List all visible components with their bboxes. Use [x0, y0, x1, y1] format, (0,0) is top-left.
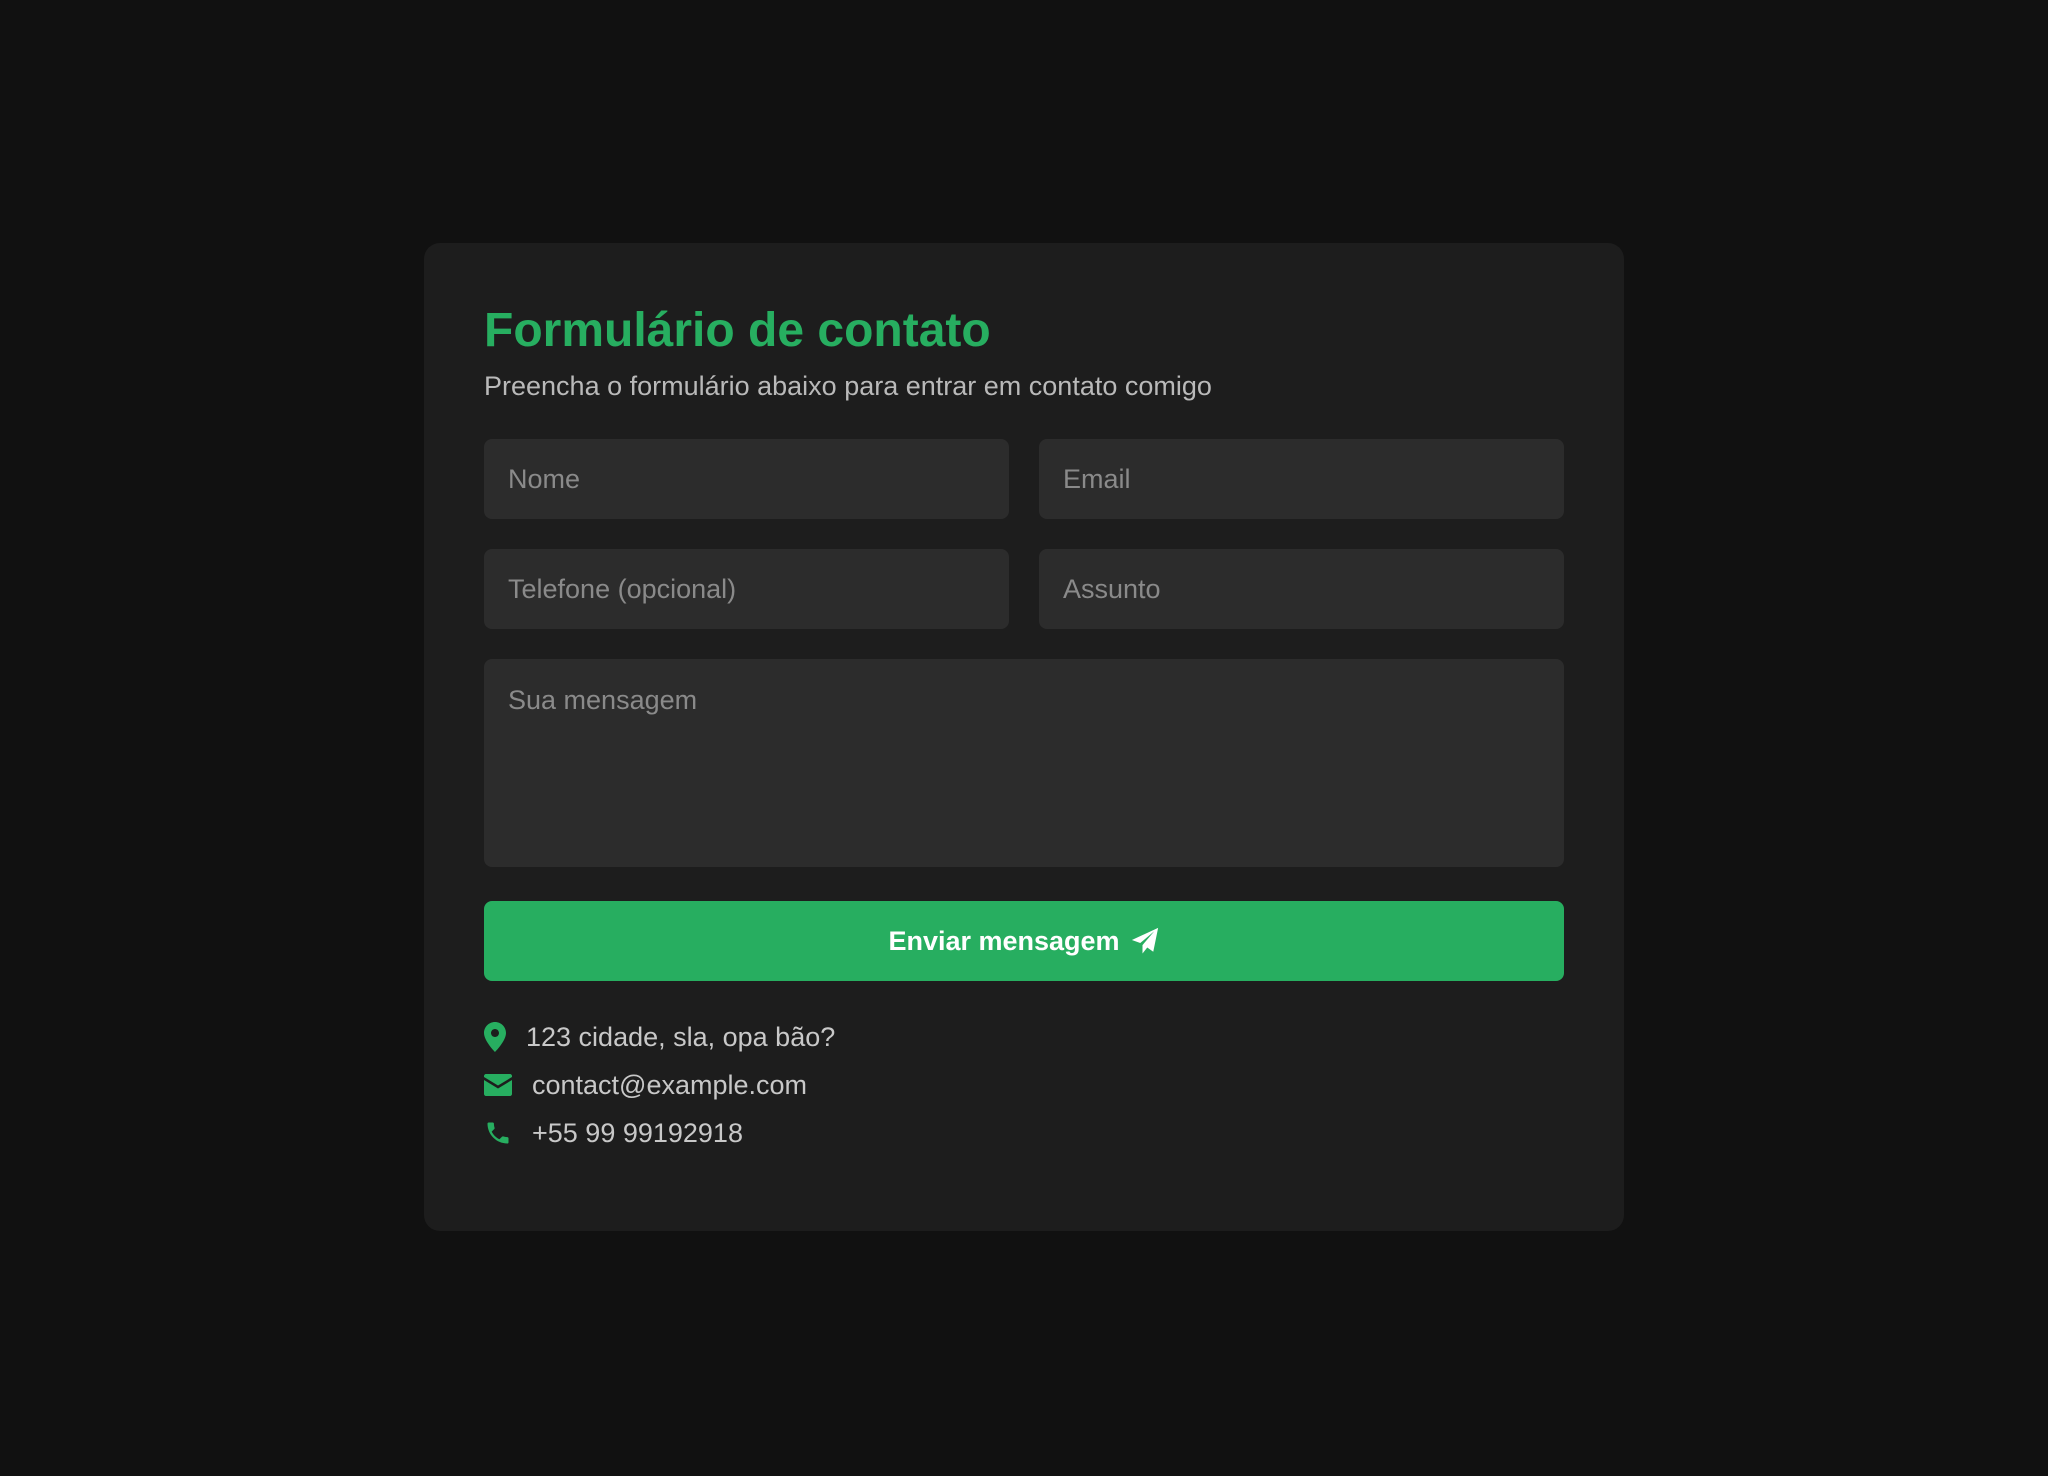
subject-input[interactable]: [1039, 549, 1564, 629]
name-input[interactable]: [484, 439, 1009, 519]
form-title: Formulário de contato: [484, 304, 991, 357]
phone-input[interactable]: [484, 549, 1009, 629]
contact-form-card: Formulário de contato Preencha o formulá…: [424, 243, 1624, 1231]
contact-info-address: 123 cidade, sla, opa bão?: [484, 1019, 1564, 1055]
email-input[interactable]: [1039, 439, 1564, 519]
envelope-icon: [484, 1070, 518, 1100]
paper-plane-icon: [1130, 926, 1160, 956]
send-message-label: Enviar mensagem: [888, 925, 1120, 956]
form-row-name-email: [484, 439, 1564, 519]
contact-info-email: contact@example.com: [484, 1067, 1564, 1103]
send-message-button[interactable]: Enviar mensagem: [484, 901, 1564, 981]
map-pin-icon: [484, 1022, 512, 1052]
phone-text: +55 99 99192918: [532, 1117, 743, 1148]
email-text: contact@example.com: [532, 1069, 808, 1100]
address-text: 123 cidade, sla, opa bão?: [526, 1021, 836, 1052]
phone-icon: [484, 1118, 518, 1148]
message-textarea[interactable]: [484, 659, 1564, 867]
form-subtitle: Preencha o formulário abaixo para entrar…: [484, 371, 1212, 401]
contact-info-list: 123 cidade, sla, opa bão? contact@exampl…: [484, 1019, 1564, 1151]
form-row-phone-subject: [484, 549, 1564, 629]
contact-info-phone: +55 99 99192918: [484, 1115, 1564, 1151]
